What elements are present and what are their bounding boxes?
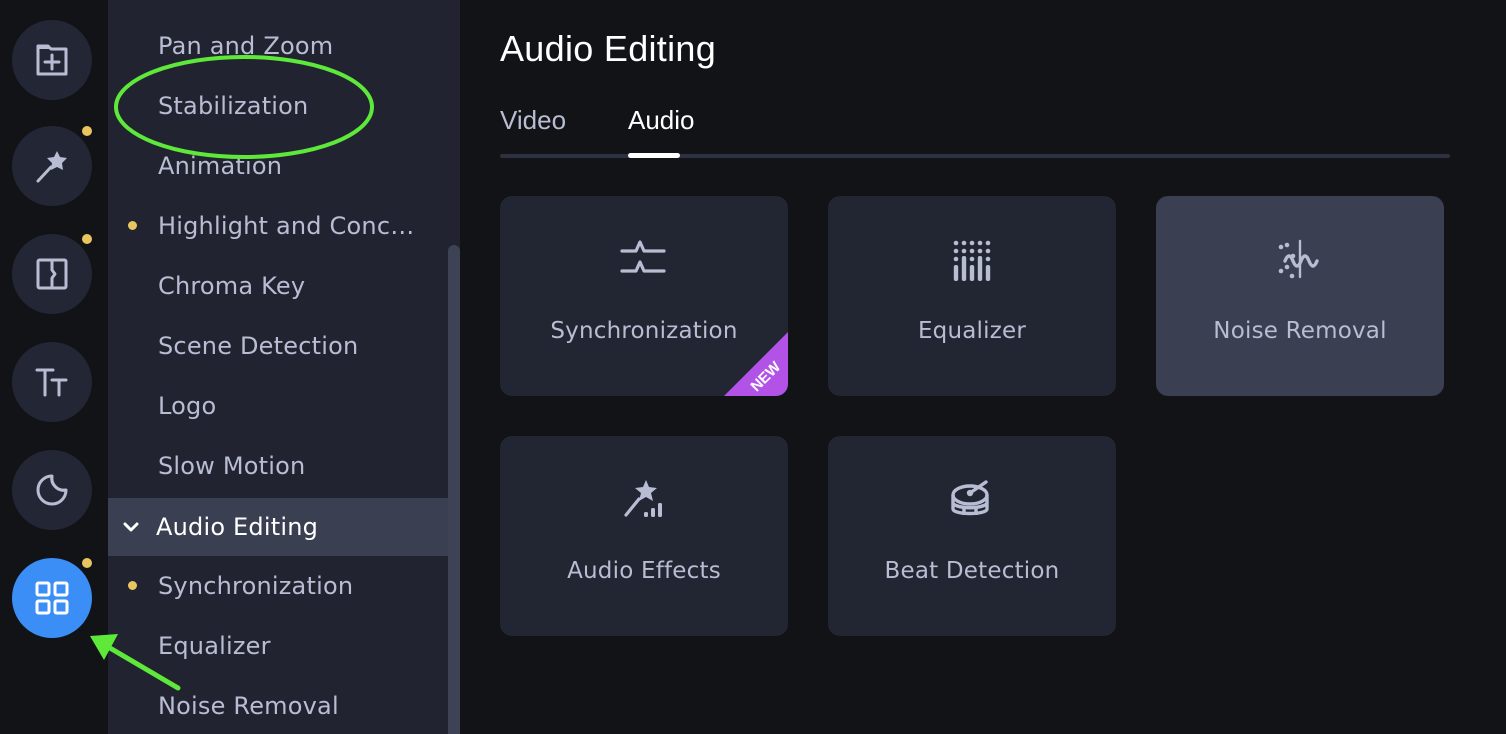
rail-button-import[interactable] [12, 20, 92, 100]
sticker-icon [36, 474, 68, 506]
tab-video[interactable]: Video [500, 105, 566, 136]
notification-dot [128, 221, 137, 230]
rail-button-stickers[interactable] [12, 450, 92, 530]
notification-dot [82, 558, 92, 568]
sidebar-item-label: Logo [158, 392, 217, 420]
drum-icon [951, 480, 989, 516]
page-title: Audio Editing [500, 28, 717, 69]
sidebar-item-slow-motion[interactable]: Slow Motion [108, 437, 448, 495]
card-icon [619, 476, 669, 526]
chevron-down-icon [123, 522, 139, 532]
sidebar-item-synchronization[interactable]: Synchronization [108, 557, 448, 615]
sidebar-item-label: Pan and Zoom [158, 32, 334, 60]
rail-button-transitions[interactable] [12, 234, 92, 314]
sidebar-item-noise-removal[interactable]: Noise Removal [108, 677, 448, 734]
tools-sidebar: Pan and Zoom Stabilization Animation Hig… [108, 0, 460, 734]
sidebar-item-stabilization[interactable]: Stabilization [108, 77, 448, 135]
sidebar-item-label: Slow Motion [158, 452, 306, 480]
rail-button-more-tools[interactable] [12, 558, 92, 638]
card-equalizer[interactable]: Equalizer [828, 196, 1116, 396]
sidebar-item-pan-and-zoom[interactable]: Pan and Zoom [108, 17, 448, 75]
text-icon [35, 368, 68, 397]
sync-waves-icon [620, 240, 666, 273]
new-badge: NEW [724, 332, 788, 396]
card-icon [1275, 236, 1325, 286]
noise-removal-icon [1278, 239, 1319, 279]
split-icon [36, 258, 68, 290]
sidebar-item-animation[interactable]: Animation [108, 137, 448, 195]
sidebar-group-label: Audio Editing [156, 513, 319, 541]
active-tab-indicator [628, 153, 680, 158]
notification-dot [82, 126, 92, 136]
grid-icon [35, 581, 69, 615]
rail-button-effects[interactable] [12, 126, 92, 206]
card-synchronization[interactable]: Synchronization NEW [500, 196, 788, 396]
audio-effects-wand-icon [624, 480, 662, 517]
sidebar-item-label: Animation [158, 152, 283, 180]
main-panel: Audio Editing Video Audio Synchronizatio… [460, 0, 1506, 734]
card-noise-removal[interactable]: Noise Removal [1156, 196, 1444, 396]
magic-wand-icon [36, 151, 67, 183]
sidebar-item-chroma-key[interactable]: Chroma Key [108, 257, 448, 315]
card-icon [947, 236, 997, 286]
scrollbar-thumb[interactable] [448, 245, 460, 734]
card-icon [947, 476, 997, 526]
sidebar-item-equalizer[interactable]: Equalizer [108, 617, 448, 675]
notification-dot [82, 234, 92, 244]
card-label: Audio Effects [567, 558, 721, 584]
tab-bar: Video Audio [500, 100, 1450, 158]
tab-audio[interactable]: Audio [628, 105, 695, 136]
sidebar-group-audio-editing[interactable]: Audio Editing [108, 498, 448, 556]
sidebar-item-label: Synchronization [158, 572, 354, 600]
sidebar-item-logo[interactable]: Logo [108, 377, 448, 435]
folder-add-icon [36, 44, 68, 76]
sidebar-item-scene-detection[interactable]: Scene Detection [108, 317, 448, 375]
rail-button-titles[interactable] [12, 342, 92, 422]
sidebar-item-highlight-and-conceal[interactable]: Highlight and Conc… [108, 197, 448, 255]
card-label: Beat Detection [884, 558, 1060, 584]
card-audio-effects[interactable]: Audio Effects [500, 436, 788, 636]
sidebar-item-label: Noise Removal [158, 692, 339, 720]
sidebar-item-label: Equalizer [158, 632, 271, 660]
card-icon [619, 236, 669, 286]
equalizer-icon [953, 240, 991, 281]
sidebar-item-label: Stabilization [158, 92, 309, 120]
sidebar-item-label: Highlight and Conc… [158, 212, 415, 240]
icon-rail [0, 0, 108, 734]
card-label: Equalizer [917, 318, 1027, 344]
sidebar-item-label: Scene Detection [158, 332, 359, 360]
notification-dot [128, 581, 137, 590]
card-label: Noise Removal [1213, 318, 1387, 344]
card-beat-detection[interactable]: Beat Detection [828, 436, 1116, 636]
sidebar-item-label: Chroma Key [158, 272, 306, 300]
